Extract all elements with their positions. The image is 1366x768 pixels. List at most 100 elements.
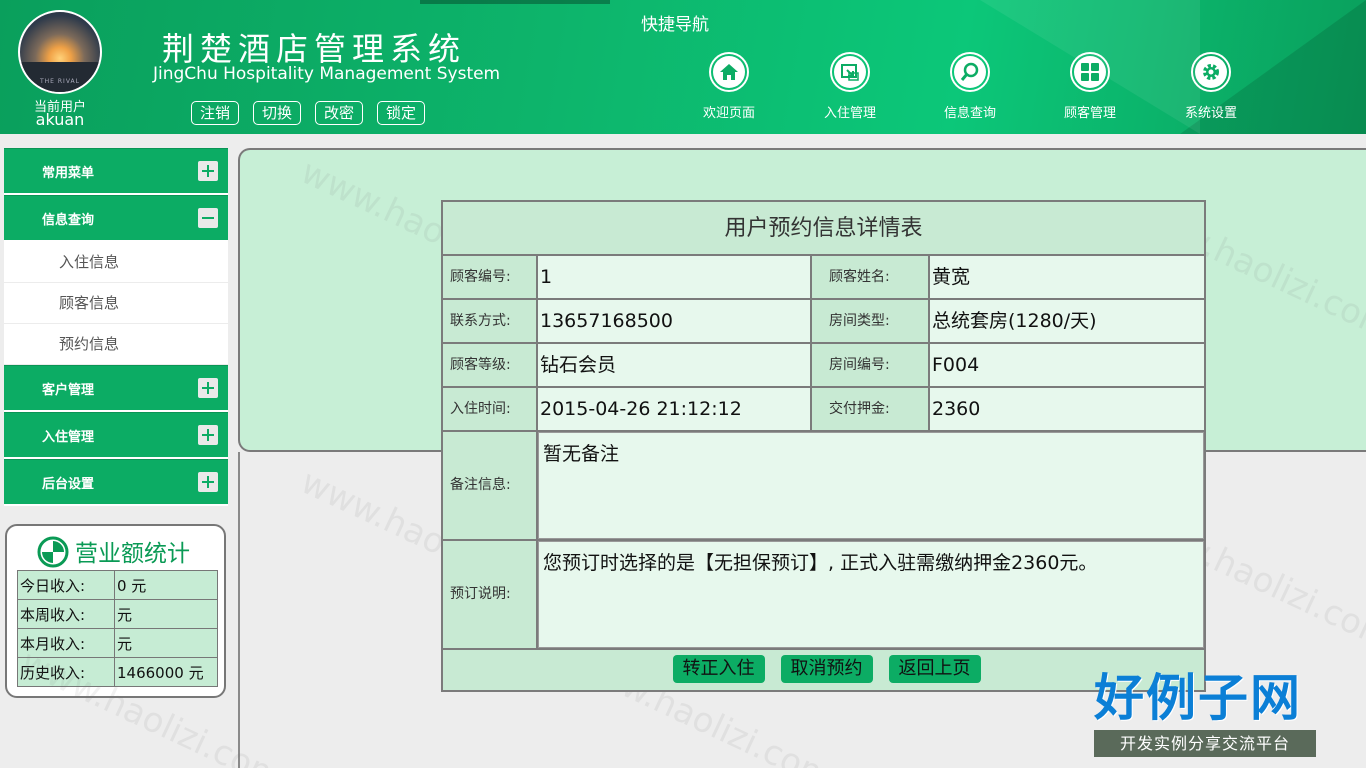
room-no-value: F004 [930, 344, 1204, 386]
back-button[interactable]: 返回上页 [888, 655, 981, 683]
avatar[interactable]: THE RIVAL [18, 10, 102, 94]
revenue-stats-table: 今日收入: 0 元 本周收入: 元 本月收入: 元 历史收入: 1466000 元 [17, 570, 218, 687]
booking-note-textarea[interactable]: 您预订时选择的是【无担保预订】, 正式入驻需缴纳押金2360元。 [538, 541, 1204, 648]
table-row: 本月收入: 元 [17, 628, 218, 658]
checkin-time-label: 入住时间: [443, 388, 538, 430]
stat-value: 1466000 元 [114, 657, 218, 687]
remark-label: 备注信息: [443, 432, 538, 539]
stat-key: 今日收入: [17, 570, 115, 600]
sidebar-group-checkin[interactable]: 入住管理 [4, 412, 228, 459]
detail-actions: 转正入住 取消预约 返回上页 [443, 650, 1204, 688]
sidebar-group-customers[interactable]: 客户管理 [4, 365, 228, 412]
customer-id-label: 顾客编号: [443, 256, 538, 298]
booking-note-label: 预订说明: [443, 541, 538, 648]
customer-name-value: 黄宽 [930, 256, 1204, 298]
sidebar-group-query[interactable]: 信息查询 [4, 195, 228, 242]
sidebar-group-common[interactable]: 常用菜单 [4, 148, 228, 195]
revenue-stats-title: 营业额统计 [75, 541, 190, 567]
nav-label: 顾客管理 [1063, 106, 1116, 121]
avatar-caption: THE RIVAL [40, 78, 80, 85]
header-actions: 注销 切换 改密 锁定 [191, 101, 426, 125]
watermark-logo: 好例子网 开发实例分享交流平台 [1094, 668, 1320, 757]
quick-nav-title: 快捷导航 [641, 15, 709, 35]
watermark-logo-title: 好例子网 [1094, 669, 1302, 727]
nav-customers[interactable]: 顾客管理 [1045, 52, 1135, 121]
table-row: 联系方式: 13657168500 房间类型: 总统套房(1280/天) [443, 300, 1204, 344]
sidebar-group-label: 信息查询 [42, 212, 95, 228]
stat-key: 本月收入: [17, 628, 115, 658]
sidebar-group-label: 入住管理 [42, 429, 95, 445]
sidebar: 常用菜单 信息查询 入住信息 顾客信息 预约信息 客户管理 入住管理 后台设置 [4, 148, 228, 506]
table-row: 今日收入: 0 元 [17, 570, 218, 600]
sidebar-item-booking-info[interactable]: 预约信息 [4, 324, 228, 365]
cancel-booking-button[interactable]: 取消预约 [780, 655, 873, 683]
grid-icon [1081, 63, 1099, 81]
nav-label: 入住管理 [823, 106, 876, 121]
nav-circle [709, 52, 749, 92]
nav-query[interactable]: 信息查询 [925, 52, 1015, 121]
lock-button[interactable]: 锁定 [377, 101, 426, 125]
main-divider [238, 452, 240, 768]
table-row: 入住时间: 2015-04-26 21:12:12 交付押金: 2360 [443, 388, 1204, 432]
contact-label: 联系方式: [443, 300, 538, 342]
checkin-icon [841, 64, 859, 81]
switch-user-button[interactable]: 切换 [253, 101, 302, 125]
table-row: 历史收入: 1466000 元 [17, 657, 218, 687]
table-row: 备注信息: 暂无备注 [443, 432, 1204, 541]
sidebar-item-checkin-info[interactable]: 入住信息 [4, 242, 228, 283]
sidebar-item-customer-info[interactable]: 顾客信息 [4, 283, 228, 324]
customer-id-value: 1 [538, 256, 812, 298]
app-subtitle: JingChu Hospitality Management System [153, 64, 501, 84]
stat-key: 本周收入: [17, 599, 115, 629]
stat-value: 0 元 [114, 570, 218, 600]
nav-circle [1191, 52, 1231, 92]
header-facet [420, 0, 610, 4]
nav-circle [830, 52, 870, 92]
nav-label: 信息查询 [943, 106, 996, 121]
nav-settings[interactable]: 系统设置 [1166, 52, 1256, 121]
nav-checkin[interactable]: 入住管理 [805, 52, 895, 121]
table-row: 本周收入: 元 [17, 599, 218, 629]
convert-checkin-button[interactable]: 转正入住 [672, 655, 765, 683]
table-row: 预订说明: 您预订时选择的是【无担保预订】, 正式入驻需缴纳押金2360元。 [443, 541, 1204, 650]
home-icon [720, 64, 738, 80]
nav-welcome[interactable]: 欢迎页面 [684, 52, 774, 121]
room-type-value: 总统套房(1280/天) [930, 300, 1204, 342]
logout-button[interactable]: 注销 [191, 101, 240, 125]
level-label: 顾客等级: [443, 344, 538, 386]
room-no-label: 房间编号: [812, 344, 930, 386]
contact-value: 13657168500 [538, 300, 812, 342]
stat-value: 元 [114, 628, 218, 658]
table-row: 顾客编号: 1 顾客姓名: 黄宽 [443, 256, 1204, 300]
sidebar-group-label: 客户管理 [42, 382, 95, 398]
sidebar-group-backend[interactable]: 后台设置 [4, 459, 228, 506]
plus-icon[interactable] [198, 472, 218, 492]
watermark-logo-subtitle: 开发实例分享交流平台 [1094, 730, 1316, 757]
pie-chart-icon [37, 536, 69, 568]
customer-name-label: 顾客姓名: [812, 256, 930, 298]
gear-icon [1203, 64, 1219, 80]
checkin-time-value: 2015-04-26 21:12:12 [538, 388, 812, 430]
stat-key: 历史收入: [17, 657, 115, 687]
change-password-button[interactable]: 改密 [315, 101, 364, 125]
minus-icon[interactable] [198, 208, 218, 228]
nav-circle [1070, 52, 1110, 92]
search-icon [960, 62, 979, 81]
current-user-name: akuan [35, 110, 85, 129]
sidebar-group-label: 常用菜单 [42, 165, 95, 181]
room-type-label: 房间类型: [812, 300, 930, 342]
level-value: 钻石会员 [538, 344, 812, 386]
stat-value: 元 [114, 599, 218, 629]
nav-label: 系统设置 [1184, 106, 1237, 121]
plus-icon[interactable] [198, 425, 218, 445]
nav-circle [950, 52, 990, 92]
table-row: 顾客等级: 钻石会员 房间编号: F004 [443, 344, 1204, 388]
remark-textarea[interactable]: 暂无备注 [538, 432, 1204, 539]
deposit-label: 交付押金: [812, 388, 930, 430]
plus-icon[interactable] [198, 378, 218, 398]
header-bar: THE RIVAL 当前用户 akuan 荆楚酒店管理系统 JingChu Ho… [0, 0, 1366, 134]
nav-label: 欢迎页面 [702, 106, 755, 121]
sidebar-group-label: 后台设置 [42, 476, 95, 492]
deposit-value: 2360 [930, 388, 1204, 430]
plus-icon[interactable] [198, 161, 218, 181]
